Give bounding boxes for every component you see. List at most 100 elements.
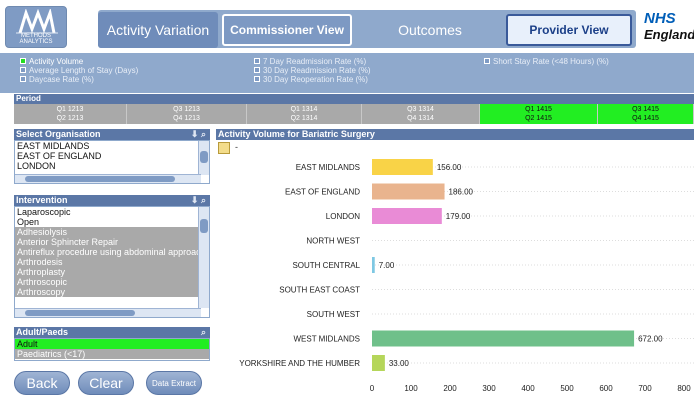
list-item[interactable]: Adhesiolysis [15,227,199,237]
intervention-panel-title: Intervention ⬇ ⌕ [14,195,210,206]
horizontal-scrollbar[interactable] [15,174,201,183]
vertical-scrollbar[interactable] [198,207,209,308]
category-label: LONDON [326,212,360,221]
horizontal-scrollbar[interactable] [15,308,201,317]
data-label: 186.00 [449,188,474,197]
top-bar: METHODS ANALYTICS Activity Variation Com… [0,0,694,52]
scroll-thumb[interactable] [25,310,135,316]
measure-label: Short Stay Rate (<48 Hours) (%) [493,56,609,66]
search-icon[interactable]: ⌕ [201,327,206,338]
measure-30-day-reoperation[interactable]: 30 Day Reoperation Rate (%) [254,74,368,84]
list-item[interactable]: Adult [15,339,209,349]
bar [372,208,442,224]
provider-view-button[interactable]: Provider View [506,14,632,46]
data-extract-button[interactable]: Data Extract [146,371,202,395]
list-item[interactable]: EAST MIDLANDS [15,141,199,151]
x-tick-label: 300 [482,384,496,393]
period-cell-q3-1415[interactable]: Q3 1415 Q4 1415 [598,104,694,124]
logo-mark-icon [16,9,58,34]
data-label: 179.00 [446,212,471,221]
category-label: YORKSHIRE AND THE HUMBER [239,359,360,368]
period-bottom: Q4 1213 [173,115,200,122]
intervention-title-text: Intervention [16,195,68,205]
measure-label: Daycase Rate (%) [29,74,94,84]
period-cell-q1-1415[interactable]: Q1 1415 Q2 1415 [480,104,598,124]
category-label: WEST MIDLANDS [293,335,360,344]
list-item[interactable]: Arthroscopic [15,277,199,287]
measure-checkbox[interactable] [20,67,26,73]
data-label: 7.00 [379,261,395,270]
logo-text: METHODS ANALYTICS [19,33,53,45]
bar [372,159,433,175]
search-icon[interactable]: ⬇ ⌕ [191,129,206,140]
x-tick-label: 400 [521,384,535,393]
category-label: EAST MIDLANDS [296,163,360,172]
scroll-thumb[interactable] [25,176,175,182]
period-selector: Q1 1213 Q2 1213 Q3 1213 Q4 1213 Q1 1314 Q2 … [14,104,694,124]
period-bottom: Q2 1415 [525,115,552,122]
category-label: EAST OF ENGLAND [285,188,360,197]
period-cell-q1-1213[interactable]: Q1 1213 Q2 1213 [14,104,127,124]
organisation-list[interactable]: EAST MIDLANDS EAST OF ENGLAND LONDON [14,140,210,184]
adult-paeds-list[interactable]: Adult Paediatrics (<17) [14,338,210,361]
list-item[interactable]: Antireflux procedure using abdominal app… [15,247,199,257]
x-tick-label: 200 [443,384,457,393]
data-label: 33.00 [389,359,410,368]
period-cell-q3-1213[interactable]: Q3 1213 Q4 1213 [127,104,247,124]
measure-checkbox[interactable] [254,67,260,73]
period-top: Q1 1314 [290,106,318,113]
commissioner-view-button[interactable]: Commissioner View [222,14,352,46]
x-tick-label: 600 [599,384,613,393]
category-label: NORTH WEST [306,237,360,246]
x-tick-label: 500 [560,384,574,393]
list-item[interactable]: Arthroscopy [15,287,199,297]
data-label: 156.00 [437,163,462,172]
vertical-scrollbar[interactable] [198,141,209,175]
period-bottom: Q4 1314 [407,115,434,122]
intervention-list[interactable]: Laparoscopic Open Adhesiolysis Anterior … [14,206,210,318]
measure-checkbox[interactable] [20,76,26,82]
tab-outcomes[interactable]: Outcomes [370,14,490,46]
clear-button[interactable]: Clear [78,371,134,395]
methods-analytics-logo: METHODS ANALYTICS [5,6,67,48]
period-bottom: Q2 1213 [56,115,84,122]
measure-label: 30 Day Reoperation Rate (%) [263,74,368,84]
measure-checkbox[interactable] [484,58,490,64]
nhs-mark: NHS [644,10,676,27]
period-top: Q1 1415 [525,106,552,113]
search-icon[interactable]: ⬇ ⌕ [191,195,206,206]
list-item[interactable]: Open [15,217,199,227]
adult-paeds-title-text: Adult/Paeds [16,327,69,337]
measure-checkbox[interactable] [254,58,260,64]
data-label: 672.00 [638,335,663,344]
list-item[interactable]: Arthroplasty [15,267,199,277]
period-top: Q1 1213 [56,106,84,113]
scroll-thumb[interactable] [200,219,208,233]
back-button[interactable]: Back [14,371,70,395]
list-item[interactable]: Anterior Sphincter Repair [15,237,199,247]
nhs-logo: NHS England [644,10,694,48]
tab-activity-variation[interactable]: Activity Variation [98,12,218,48]
measure-checkbox[interactable] [20,58,26,64]
scroll-thumb[interactable] [200,151,208,163]
period-top: Q3 1415 [632,106,659,113]
list-item[interactable]: Laparoscopic [15,207,199,217]
organisation-panel-title: Select Organisation ⬇ ⌕ [14,129,210,140]
measure-short-stay-rate[interactable]: Short Stay Rate (<48 Hours) (%) [484,56,609,66]
list-item[interactable]: EAST OF ENGLAND [15,151,199,161]
category-label: SOUTH WEST [307,310,360,319]
list-item[interactable]: Paediatrics (<17) [15,349,209,359]
nhs-region: England [644,27,694,42]
period-cell-q1-1314[interactable]: Q1 1314 Q2 1314 [247,104,362,124]
list-item[interactable]: LONDON [15,161,199,171]
list-item[interactable]: Arthrodesis [15,257,199,267]
measure-checkbox[interactable] [254,76,260,82]
period-cell-q3-1314[interactable]: Q3 1314 Q4 1314 [362,104,480,124]
category-label: SOUTH CENTRAL [292,261,360,270]
period-top: Q3 1314 [407,106,434,113]
x-tick-label: 100 [404,384,418,393]
bar [372,183,445,200]
measure-daycase-rate[interactable]: Daycase Rate (%) [20,74,94,84]
bar [372,257,375,273]
measures-panel: Activity Volume Average Length of Stay (… [0,53,694,93]
